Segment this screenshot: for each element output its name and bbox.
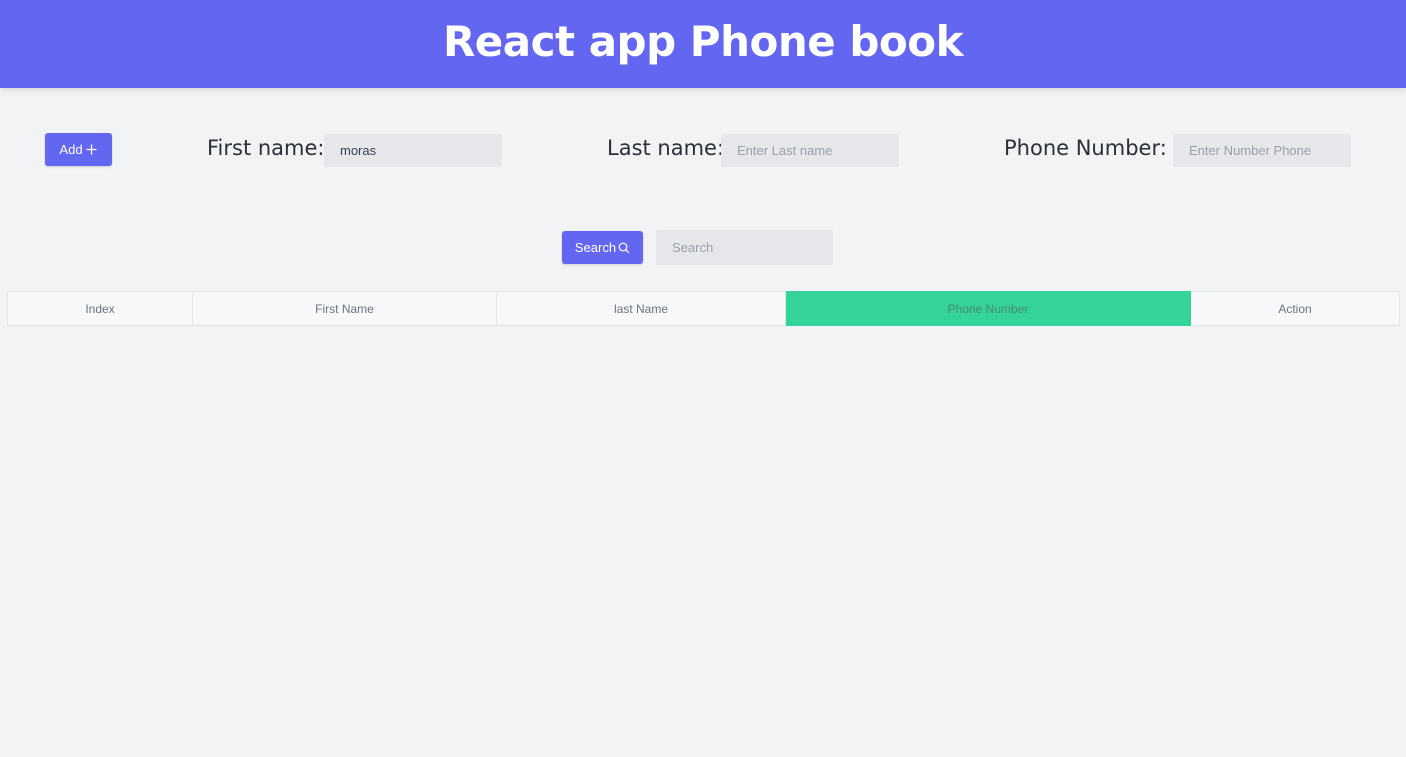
phone-number-label: Phone Number:: [1004, 136, 1167, 160]
first-name-input[interactable]: [324, 134, 502, 167]
search-button-label: Search: [574, 240, 617, 255]
search-input[interactable]: [656, 230, 833, 265]
column-header-action[interactable]: Action: [1190, 291, 1400, 326]
search-icon: [618, 242, 630, 253]
search-button[interactable]: Search: [562, 231, 643, 264]
column-header-index[interactable]: Index: [7, 291, 193, 326]
plus-icon: [86, 144, 97, 155]
first-name-label: First name:: [207, 136, 325, 160]
column-header-first-name[interactable]: First Name: [192, 291, 497, 326]
table-header-row: Index First Name last Name Phone Number …: [7, 291, 1400, 326]
add-button[interactable]: Add: [45, 133, 112, 166]
last-name-label: Last name:: [607, 136, 725, 160]
last-name-input[interactable]: [721, 134, 899, 167]
page-title: React app Phone book: [442, 17, 964, 66]
phone-number-input[interactable]: [1173, 134, 1351, 167]
column-header-last-name[interactable]: last Name: [496, 291, 786, 326]
add-button-label: Add: [59, 142, 83, 157]
app-header: React app Phone book: [0, 0, 1406, 88]
column-header-phone-number[interactable]: Phone Number: [785, 291, 1191, 326]
contacts-table: Index First Name last Name Phone Number …: [7, 291, 1400, 326]
